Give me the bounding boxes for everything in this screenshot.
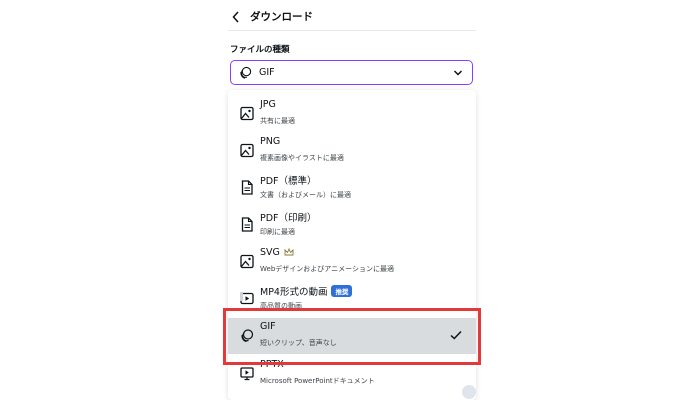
format-name: SVG <box>260 247 294 258</box>
image-icon <box>240 143 254 158</box>
format-option-pdf-print[interactable]: PDF（印刷） 印刷に最適 <box>228 207 476 243</box>
format-option-pptx[interactable]: PPTX Microsoft PowerPointドキュメント <box>228 356 476 392</box>
format-description: 文書（およびメール）に最適 <box>260 191 351 199</box>
format-option-gif[interactable]: GIF 短いクリップ、音声なし <box>228 318 476 354</box>
header: ダウンロード <box>224 6 476 28</box>
format-name: PDF（印刷） <box>260 213 317 224</box>
format-name-text: MP4形式の動画 <box>260 287 328 298</box>
scroll-indicator <box>462 385 476 399</box>
gif-icon <box>240 66 252 79</box>
format-name: PDF（標準） <box>260 176 317 187</box>
presentation-icon <box>240 367 254 381</box>
select-value: GIF <box>259 67 275 78</box>
format-name: GIF <box>260 321 276 332</box>
back-button[interactable] <box>230 6 246 28</box>
chevron-left-icon <box>232 11 239 23</box>
document-icon <box>241 180 253 195</box>
file-type-select[interactable]: GIF <box>230 60 473 85</box>
image-icon <box>240 254 254 269</box>
page-title: ダウンロード <box>250 11 313 23</box>
format-option-pdf-standard[interactable]: PDF（標準） 文書（およびメール）に最適 <box>228 170 476 206</box>
format-option-mp4[interactable]: MP4形式の動画 推奨 高品質の動画 <box>228 281 476 317</box>
crown-icon <box>284 248 294 256</box>
format-name: JPG <box>260 99 276 110</box>
image-icon <box>240 106 254 121</box>
format-option-png[interactable]: PNG 複素画像やイラストに最適 <box>228 133 476 169</box>
format-name: PNG <box>260 136 281 147</box>
format-description: 印刷に最適 <box>260 228 295 236</box>
format-name-text: SVG <box>260 247 280 258</box>
header-divider <box>228 30 476 31</box>
format-description: 共有に最適 <box>260 117 295 125</box>
check-icon <box>450 330 462 340</box>
chevron-down-icon <box>453 70 463 76</box>
recommended-badge: 推奨 <box>331 285 353 297</box>
format-option-jpg[interactable]: JPG 共有に最適 <box>228 96 476 132</box>
format-description: 複素画像やイラストに最適 <box>260 154 344 162</box>
format-name: MP4形式の動画 推奨 <box>260 284 353 298</box>
format-description: Webデザインおよびアニメーションに最適 <box>260 265 394 273</box>
gif-icon <box>241 329 254 343</box>
format-name: PPTX <box>260 359 284 370</box>
document-icon <box>241 217 253 232</box>
format-option-svg[interactable]: SVG Webデザインおよびアニメーションに最適 <box>228 244 476 280</box>
file-type-menu: JPG 共有に最適 PNG 複素画像やイラストに最適 PDF（標準） 文書（およ… <box>228 90 476 400</box>
file-type-label: ファイルの種類 <box>230 45 290 55</box>
panel-edge-marker <box>240 292 243 301</box>
format-description: 短いクリップ、音声なし <box>260 339 337 347</box>
format-description: Microsoft PowerPointドキュメント <box>260 377 375 385</box>
download-panel: ダウンロード ファイルの種類 GIF JPG 共有に最適 PNG 複素画像やイラ… <box>224 0 476 400</box>
format-description: 高品質の動画 <box>260 302 302 310</box>
